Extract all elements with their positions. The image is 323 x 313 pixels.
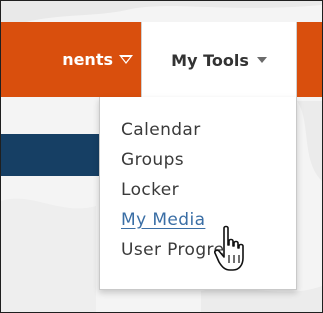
screenshot-frame: nents My Tools Calendar Groups Locker My… (0, 0, 323, 313)
hand-pointer-icon (214, 225, 244, 271)
content-banner (1, 134, 111, 176)
my-tools-dropdown: Calendar Groups Locker My Media User Pro… (99, 97, 297, 290)
menu-item-groups[interactable]: Groups (121, 145, 243, 175)
chevron-down-icon (119, 55, 133, 64)
caret-down-icon (256, 57, 267, 63)
menu-item-locker[interactable]: Locker (121, 175, 243, 205)
nav-item-my-tools[interactable]: My Tools (141, 22, 297, 98)
nav-item-my-tools-label: My Tools (171, 50, 249, 70)
menu-item-calendar[interactable]: Calendar (121, 115, 243, 145)
nav-item-documents-label: nents (62, 50, 113, 69)
nav-item-documents[interactable]: nents (1, 22, 137, 97)
